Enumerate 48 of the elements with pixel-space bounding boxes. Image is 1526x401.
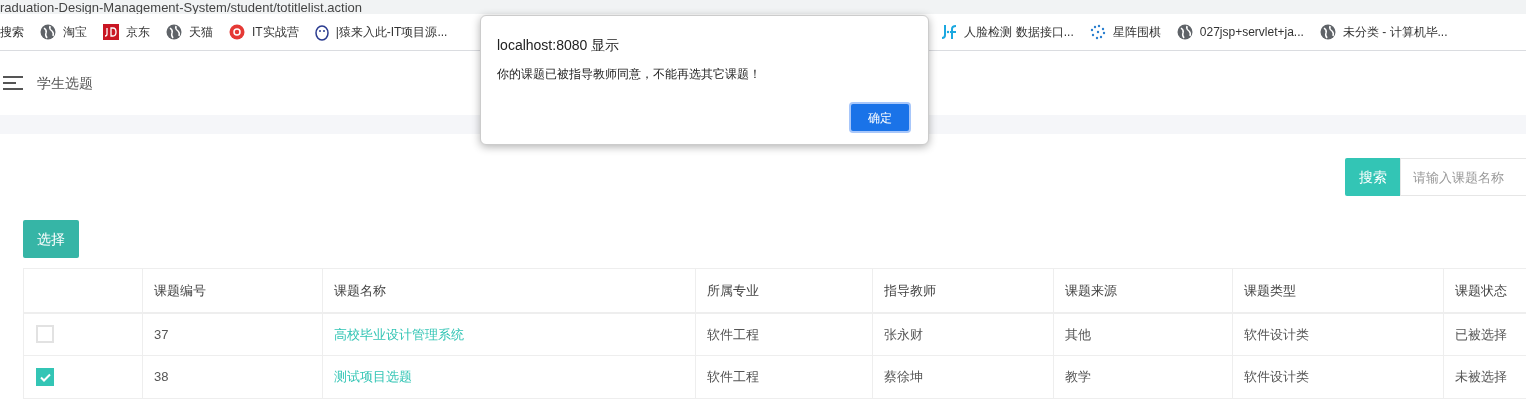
- ok-button[interactable]: 确定: [849, 102, 911, 133]
- bookmark[interactable]: 天猫: [166, 23, 213, 41]
- bookmark[interactable]: 搜索: [0, 23, 24, 41]
- table-cell: 软件工程: [707, 369, 759, 385]
- dots-icon: [1089, 24, 1106, 40]
- bookmark[interactable]: 星阵围棋: [1089, 23, 1161, 41]
- table-cell: 蔡徐坤: [884, 369, 923, 385]
- page-title: 学生选题: [37, 73, 93, 93]
- column-header: 课题来源: [1065, 282, 1117, 298]
- table-cell: 其他: [1065, 326, 1091, 342]
- table-cell: 张永财: [884, 326, 923, 342]
- circle-logo-icon: [229, 24, 245, 40]
- table-cell: 软件设计类: [1244, 326, 1309, 342]
- bookmark[interactable]: 027jsp+servlet+ja...: [1176, 23, 1304, 41]
- table-cell: 38: [154, 369, 169, 385]
- table-cell: 教学: [1065, 369, 1091, 385]
- column-header: 指导教师: [884, 282, 936, 298]
- bookmark[interactable]: 未分类 - 计算机毕...: [1319, 23, 1448, 41]
- bookmark[interactable]: 京东: [103, 23, 150, 41]
- column-header: 课题类型: [1244, 282, 1296, 298]
- column-header: 课题名称: [334, 282, 386, 298]
- bookmark[interactable]: IT实战营: [229, 23, 299, 41]
- row-checkbox[interactable]: [36, 325, 54, 344]
- table-cell: 37: [154, 326, 169, 342]
- menu-icon[interactable]: [3, 76, 23, 90]
- column-header: 课题状态: [1455, 282, 1507, 298]
- address-bar[interactable]: raduation-Design-Management-System/student/totitlelist.action: [0, 0, 1526, 14]
- table-cell: 未被选择: [1455, 369, 1507, 385]
- bookmark[interactable]: |猿来入此-IT项目源...: [314, 23, 448, 41]
- globe-icon: [40, 24, 56, 40]
- dialog-title: localhost:8080 显示: [497, 36, 621, 55]
- row-checkbox[interactable]: [36, 368, 54, 386]
- bookmark[interactable]: 人脸检测 数据接口...: [941, 23, 1074, 41]
- table-cell: 软件工程: [707, 326, 759, 342]
- globe-icon: [1319, 24, 1336, 40]
- checkmark-icon: [39, 372, 51, 382]
- globe-icon: [166, 24, 182, 40]
- jd-logo-icon: [103, 24, 119, 40]
- dialog-message: 你的课题已被指导教师同意，不能再选其它课题！: [497, 66, 762, 83]
- jf-logo-icon: [941, 24, 958, 40]
- globe-icon: [1176, 24, 1193, 40]
- bookmark[interactable]: 淘宝: [40, 23, 87, 41]
- search-field[interactable]: 请输入课题名称: [1400, 158, 1526, 196]
- table-cell: 软件设计类: [1244, 369, 1309, 385]
- column-header: 所属专业: [707, 282, 759, 298]
- table-cell: 已被选择: [1455, 326, 1507, 342]
- column-header: 课题编号: [154, 282, 206, 298]
- mascot-icon: [314, 23, 329, 41]
